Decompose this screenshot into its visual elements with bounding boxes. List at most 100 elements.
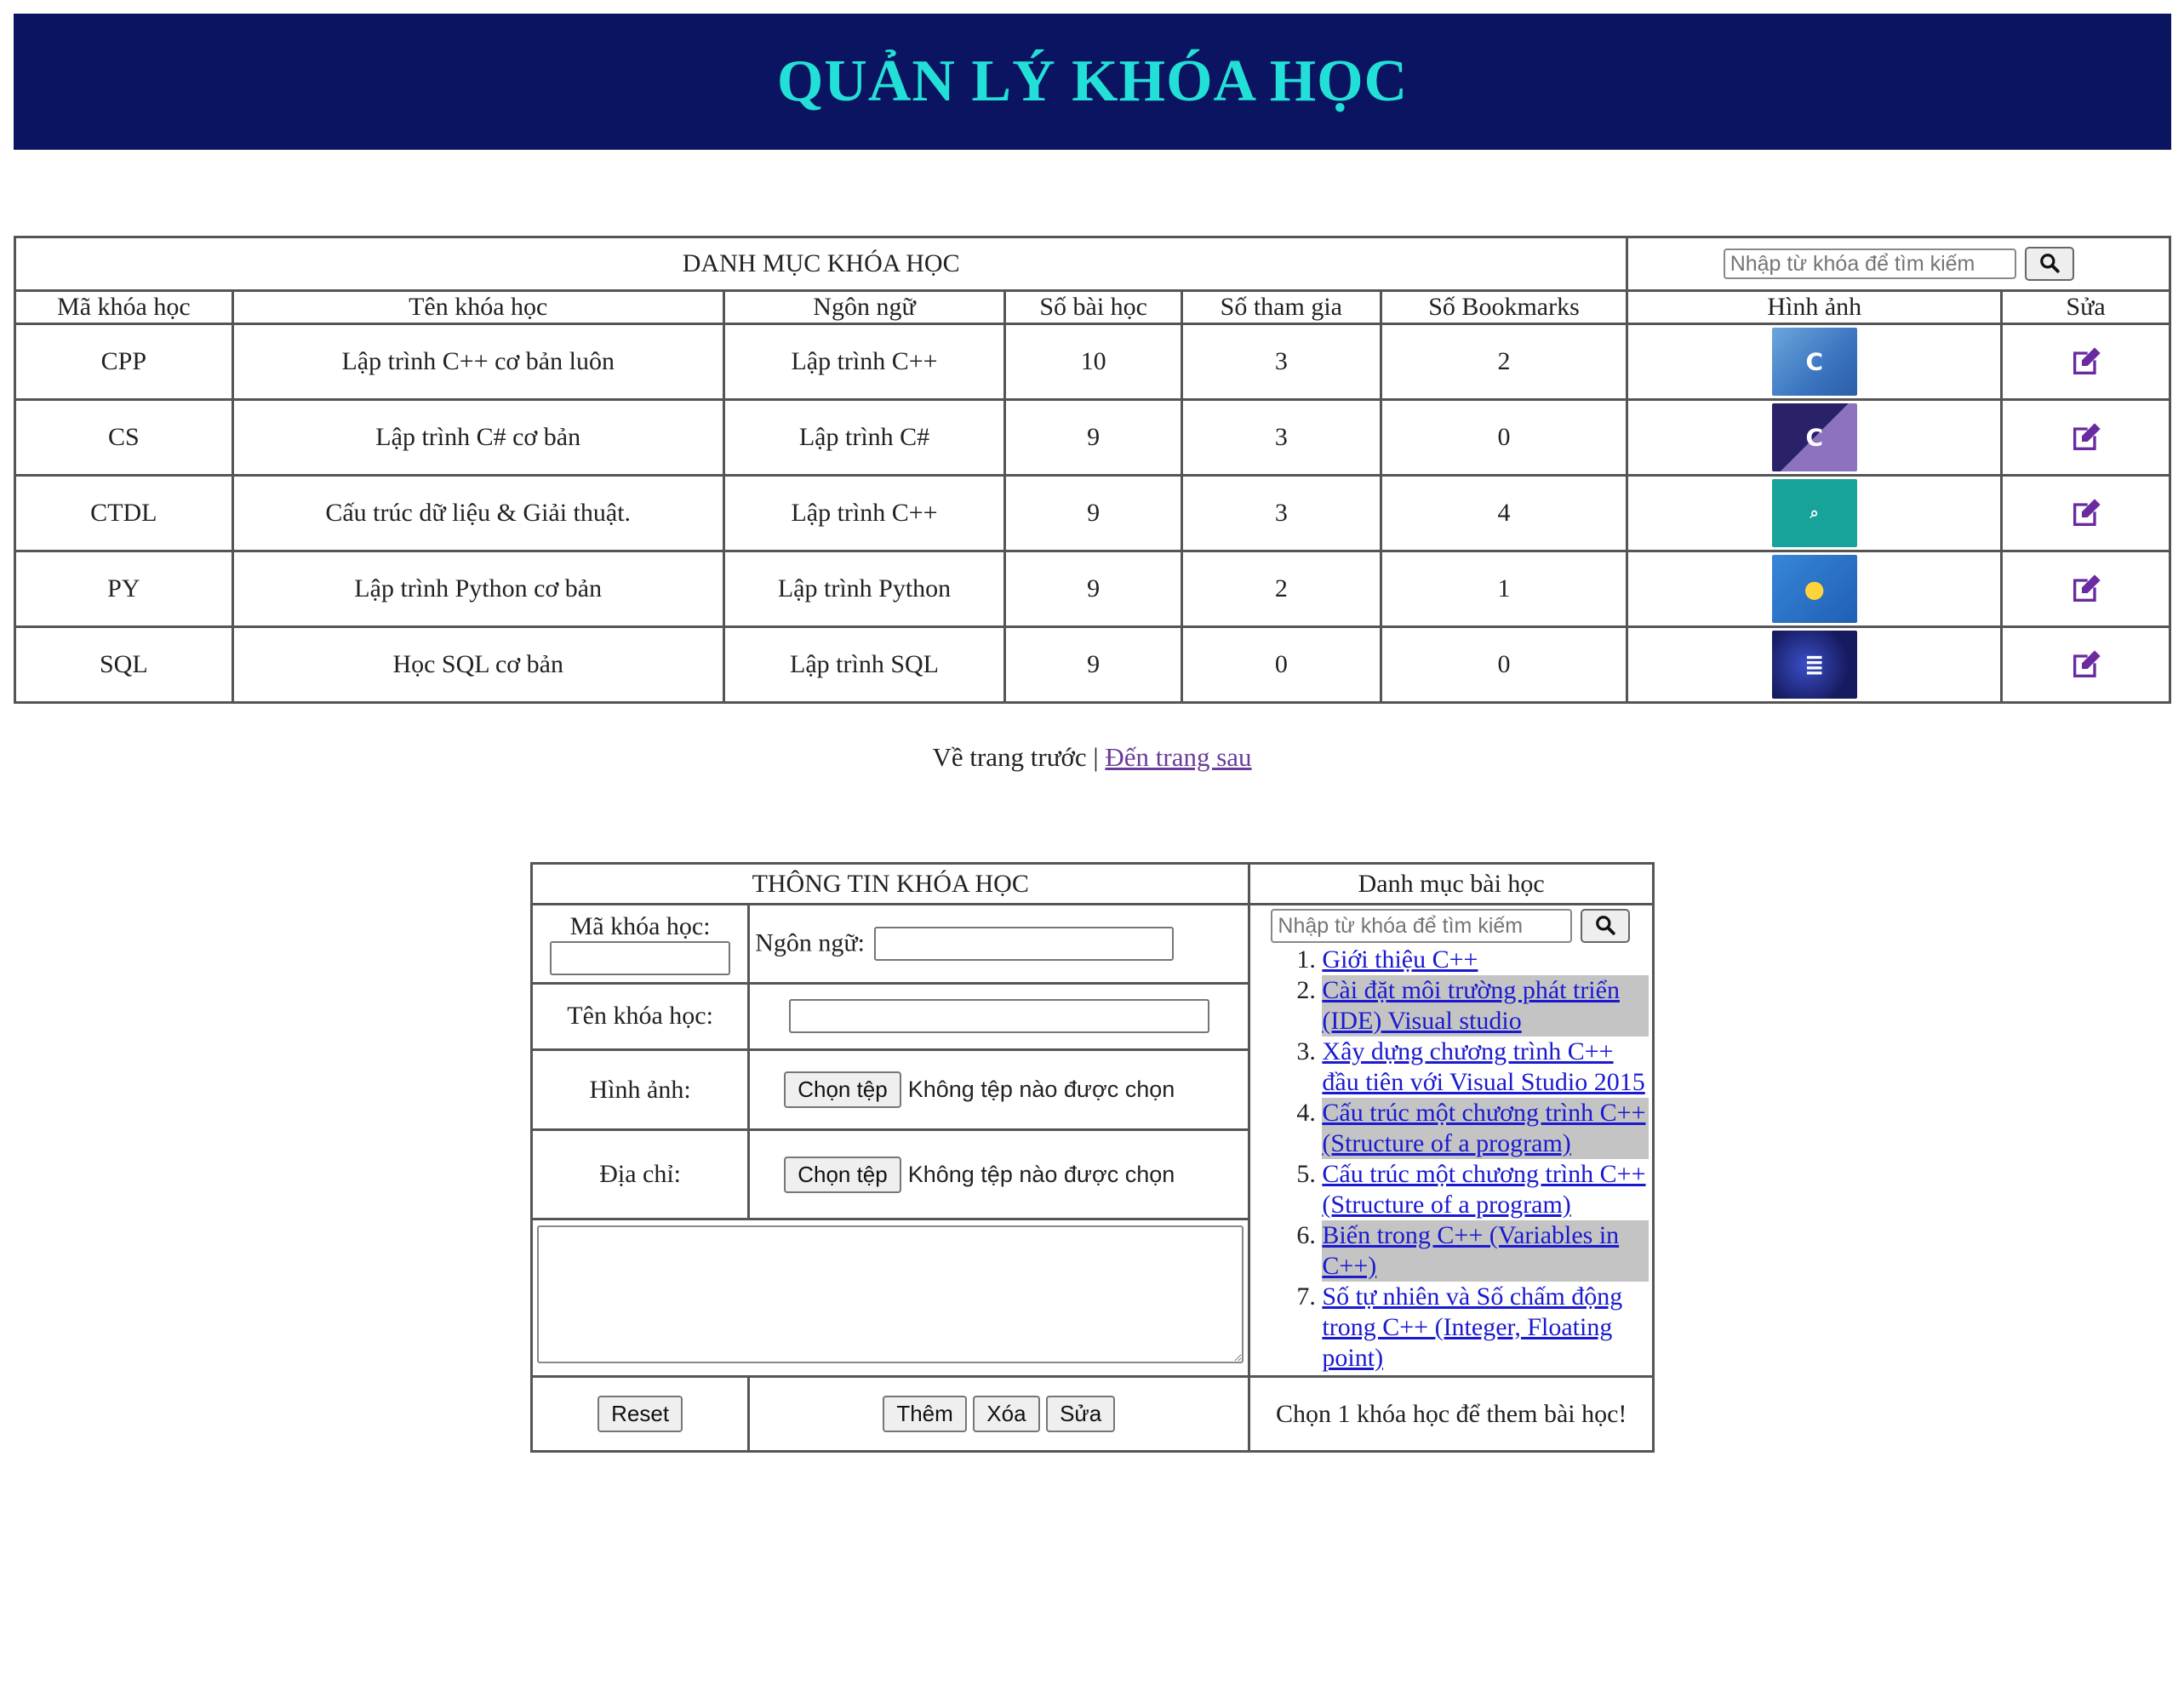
search-icon (2038, 252, 2061, 277)
course-bookmarks: 0 (1379, 625, 1629, 704)
next-page-link[interactable]: Đến trang sau (1105, 742, 1251, 772)
course-code: CS (14, 398, 234, 477)
lesson-link[interactable]: Cấu trúc một chương trình C++ (Structure… (1322, 1099, 1645, 1157)
lesson-link[interactable]: Xây dựng chương trình C++ đầu tiên với V… (1322, 1037, 1644, 1096)
course-search-input[interactable] (1723, 248, 2016, 279)
course-bookmarks: 1 (1379, 550, 1629, 628)
column-header-code: Mã khóa học (14, 289, 234, 325)
course-participants: 3 (1180, 474, 1382, 552)
course-lessons: 9 (1003, 474, 1183, 552)
add-button[interactable]: Thêm (883, 1396, 967, 1432)
course-language: Lập trình SQL (722, 625, 1007, 704)
course-name: Lập trình C++ cơ bản luôn (231, 323, 725, 401)
course-form: THÔNG TIN KHÓA HỌC Danh mục bài học Mã k… (529, 862, 1655, 1453)
edit-icon[interactable] (2069, 648, 2103, 677)
course-lessons: 10 (1003, 323, 1183, 401)
course-participants: 2 (1180, 550, 1382, 628)
lesson-list: Giới thiệu C++ Cài đặt môi trường phát t… (1271, 945, 1649, 1375)
lesson-search-input[interactable] (1271, 909, 1573, 943)
language-label: Ngôn ngữ: (755, 928, 865, 957)
course-participants: 3 (1180, 398, 1382, 477)
table-row[interactable]: CTDL Cấu trúc dữ liệu & Giải thuật. Lập … (14, 474, 2171, 552)
list-item: Cấu trúc một chương trình C++ (Structure… (1322, 1098, 1649, 1159)
lesson-link[interactable]: Số tự nhiên và Số chấm động trong C++ (I… (1322, 1282, 1622, 1372)
address-file-status: Không tệp nào được chọn (907, 1161, 1175, 1187)
lesson-search-button[interactable] (1581, 909, 1631, 943)
lesson-link[interactable]: Cấu trúc một chương trình C++ (Structure… (1322, 1160, 1645, 1219)
lessons-panel-hint: Chọn 1 khóa học để them bài học! (1248, 1375, 1655, 1453)
course-name: Học SQL cơ bản (231, 625, 725, 704)
edit-button[interactable]: Sửa (1046, 1396, 1116, 1432)
course-lessons: 9 (1003, 550, 1183, 628)
course-search-button[interactable] (2024, 247, 2074, 281)
search-icon (1594, 914, 1616, 939)
course-lessons: 9 (1003, 625, 1183, 704)
course-language: Lập trình C# (722, 398, 1007, 477)
course-bookmarks: 2 (1379, 323, 1629, 401)
choose-address-file-button[interactable]: Chọn tệp (784, 1156, 901, 1193)
name-input[interactable] (788, 999, 1209, 1034)
table-row[interactable]: SQL Học SQL cơ bản Lập trình SQL 9 0 0 ≣ (14, 625, 2171, 704)
course-search-cell (1626, 236, 2171, 292)
course-language: Lập trình C++ (722, 474, 1007, 552)
data-structures-course-thumbnail: ⌕ (1771, 479, 1857, 547)
list-item: Số tự nhiên và Số chấm động trong C++ (I… (1322, 1282, 1649, 1374)
delete-button[interactable]: Xóa (973, 1396, 1040, 1432)
address-label: Địa chỉ: (529, 1128, 751, 1220)
course-table: DANH MỤC KHÓA HỌC Mã khóa học Tên khóa h… (13, 236, 2171, 704)
edit-icon[interactable] (2069, 573, 2103, 602)
table-row[interactable]: CPP Lập trình C++ cơ bản luôn Lập trình … (14, 323, 2171, 401)
language-input[interactable] (874, 926, 1175, 961)
cpp-course-thumbnail: C (1771, 328, 1857, 396)
prev-page-text: Về trang trước (932, 742, 1087, 772)
course-code: PY (14, 550, 234, 628)
course-lessons: 9 (1003, 398, 1183, 477)
lessons-panel-title: Danh mục bài học (1248, 862, 1655, 905)
lesson-link[interactable]: Giới thiệu C++ (1322, 945, 1478, 974)
page-header: QUẢN LÝ KHÓA HỌC (14, 14, 2171, 150)
lesson-link[interactable]: Biến trong C++ (Variables in C++) (1322, 1221, 1619, 1280)
course-language: Lập trình Python (722, 550, 1007, 628)
course-participants: 3 (1180, 323, 1382, 401)
code-label: Mã khóa học: (569, 911, 711, 940)
course-name: Lập trình Python cơ bản (231, 550, 725, 628)
name-label: Tên khóa học: (529, 981, 751, 1051)
course-name: Cấu trúc dữ liệu & Giải thuật. (231, 474, 725, 552)
column-header-image: Hình ảnh (1626, 289, 2004, 325)
column-header-lessons: Số bài học (1003, 289, 1183, 325)
edit-icon[interactable] (2069, 497, 2103, 526)
list-item: Biến trong C++ (Variables in C++) (1322, 1220, 1649, 1282)
column-header-name: Tên khóa học (231, 289, 725, 325)
description-textarea[interactable] (537, 1225, 1244, 1363)
image-file-status: Không tệp nào được chọn (907, 1077, 1175, 1103)
course-name: Lập trình C# cơ bản (231, 398, 725, 477)
course-code: CTDL (14, 474, 234, 552)
course-language: Lập trình C++ (722, 323, 1007, 401)
course-participants: 0 (1180, 625, 1382, 704)
table-row[interactable]: CS Lập trình C# cơ bản Lập trình C# 9 3 … (14, 398, 2171, 477)
edit-icon[interactable] (2069, 346, 2103, 374)
lesson-link[interactable]: Cài đặt môi trường phát triển (IDE) Visu… (1322, 976, 1620, 1035)
edit-icon[interactable] (2069, 421, 2103, 450)
sql-course-thumbnail: ≣ (1771, 631, 1857, 699)
column-header-participants: Số tham gia (1180, 289, 1382, 325)
python-course-thumbnail: ● (1771, 555, 1857, 623)
code-input[interactable] (550, 940, 731, 975)
reset-button[interactable]: Reset (597, 1396, 683, 1432)
pagination: Về trang trước | Đến trang sau (0, 742, 2184, 773)
table-row[interactable]: PY Lập trình Python cơ bản Lập trình Pyt… (14, 550, 2171, 628)
list-item: Cài đặt môi trường phát triển (IDE) Visu… (1322, 975, 1649, 1037)
csharp-course-thumbnail: C (1771, 403, 1857, 471)
list-item: Giới thiệu C++ (1322, 945, 1649, 975)
image-label: Hình ảnh: (529, 1048, 751, 1132)
choose-image-file-button[interactable]: Chọn tệp (784, 1071, 901, 1109)
course-bookmarks: 0 (1379, 398, 1629, 477)
page-title: QUẢN LÝ KHÓA HỌC (776, 49, 1409, 114)
list-item: Xây dựng chương trình C++ đầu tiên với V… (1322, 1037, 1649, 1098)
lessons-panel: Giới thiệu C++ Cài đặt môi trường phát t… (1248, 903, 1655, 1378)
course-code: SQL (14, 625, 234, 704)
course-bookmarks: 4 (1379, 474, 1629, 552)
column-header-edit: Sửa (2000, 289, 2171, 325)
column-header-language: Ngôn ngữ (722, 289, 1007, 325)
column-header-bookmarks: Số Bookmarks (1379, 289, 1629, 325)
